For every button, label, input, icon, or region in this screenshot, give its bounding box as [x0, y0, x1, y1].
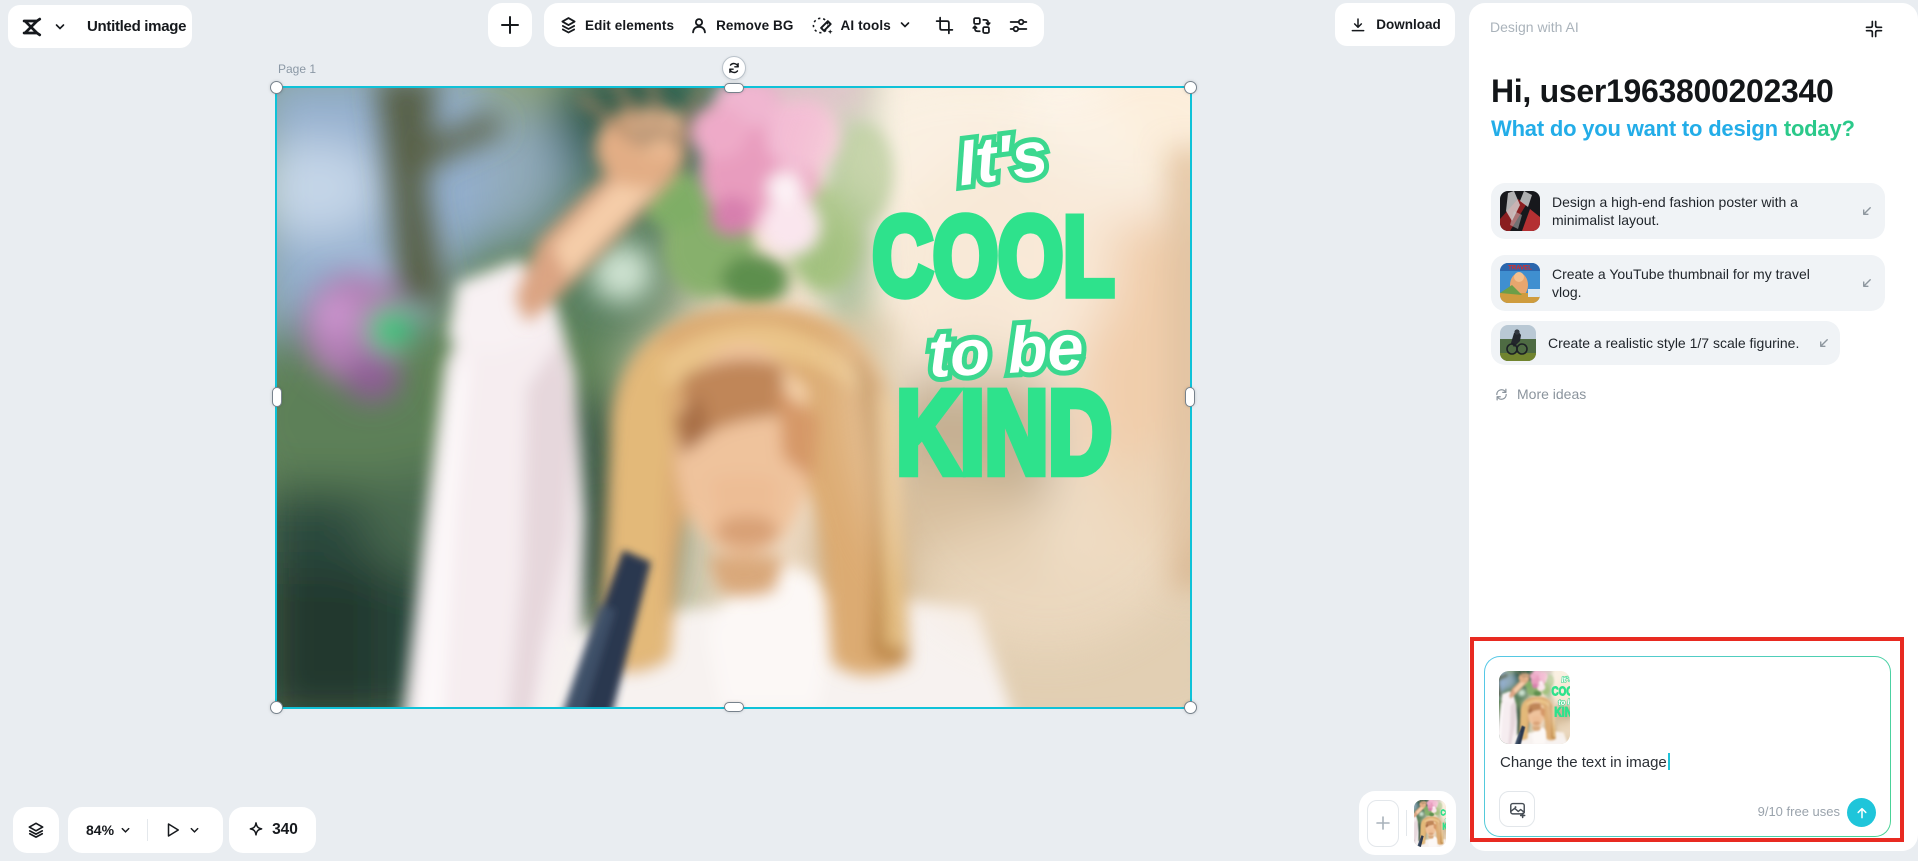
svg-text:TRAVEL: TRAVEL: [1508, 266, 1532, 272]
